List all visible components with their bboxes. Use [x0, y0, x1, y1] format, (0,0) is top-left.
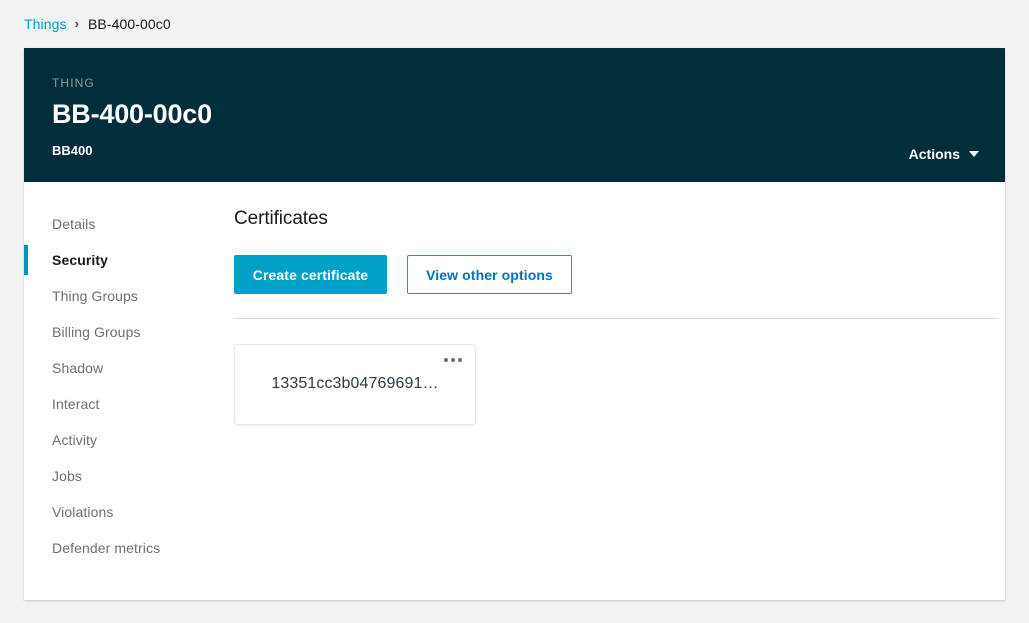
sidebar-item-details[interactable]: Details [24, 206, 209, 242]
sidebar-item-label: Billing Groups [52, 324, 141, 340]
menu-dot [458, 358, 462, 362]
thing-header: THING BB-400-00c0 BB400 Actions [24, 48, 1005, 182]
sidebar-item-jobs[interactable]: Jobs [24, 458, 209, 494]
sidebar-item-label: Violations [52, 504, 114, 520]
actions-button-label: Actions [908, 146, 960, 162]
breadcrumb-link-things[interactable]: Things [24, 16, 67, 32]
sidebar-item-label: Activity [52, 432, 98, 448]
sidebar-item-shadow[interactable]: Shadow [24, 350, 209, 386]
breadcrumb: Things › BB-400-00c0 [0, 0, 1029, 48]
panel-body: Details Security Thing Groups Billing Gr… [24, 182, 1005, 600]
chevron-down-icon [969, 151, 979, 157]
breadcrumb-current: BB-400-00c0 [87, 16, 171, 32]
sidebar-item-thing-groups[interactable]: Thing Groups [24, 278, 209, 314]
sidebar-item-label: Jobs [52, 468, 82, 484]
certificate-id: 13351cc3b04769691… [271, 374, 439, 392]
certificates-section: Certificates Create certificate View oth… [209, 182, 1029, 600]
sidebar-item-label: Thing Groups [52, 288, 139, 304]
view-other-options-button[interactable]: View other options [407, 255, 572, 294]
sidebar-item-label: Details [52, 216, 96, 232]
certificate-list: 13351cc3b04769691… [234, 344, 998, 425]
sidebar-item-billing-groups[interactable]: Billing Groups [24, 314, 209, 350]
sidebar-item-defender-metrics[interactable]: Defender metrics [24, 530, 209, 566]
certificate-actions: Create certificate View other options [234, 255, 998, 294]
chevron-right-icon: › [74, 15, 79, 31]
sidebar-item-label: Shadow [52, 360, 104, 376]
sidebar-item-label: Defender metrics [52, 540, 161, 556]
section-divider [234, 318, 998, 319]
sidebar-item-interact[interactable]: Interact [24, 386, 209, 422]
page-title: BB-400-00c0 [52, 99, 212, 129]
section-title: Certificates [234, 208, 328, 229]
sidebar-item-activity[interactable]: Activity [24, 422, 209, 458]
thing-sidebar: Details Security Thing Groups Billing Gr… [24, 182, 209, 600]
sidebar-item-label: Security [52, 252, 109, 268]
thing-detail-panel: THING BB-400-00c0 BB400 Actions Details … [24, 48, 1005, 600]
sidebar-item-label: Interact [52, 396, 100, 412]
thing-subtitle: BB400 [52, 143, 93, 158]
create-certificate-button[interactable]: Create certificate [234, 255, 387, 294]
overflow-menu-icon[interactable] [442, 356, 464, 364]
sidebar-item-violations[interactable]: Violations [24, 494, 209, 530]
actions-button[interactable]: Actions [909, 146, 979, 162]
menu-dot [451, 358, 455, 362]
certificate-card[interactable]: 13351cc3b04769691… [234, 344, 476, 425]
thing-type-label: THING [52, 76, 95, 90]
menu-dot [444, 358, 448, 362]
sidebar-item-security[interactable]: Security [24, 242, 209, 278]
